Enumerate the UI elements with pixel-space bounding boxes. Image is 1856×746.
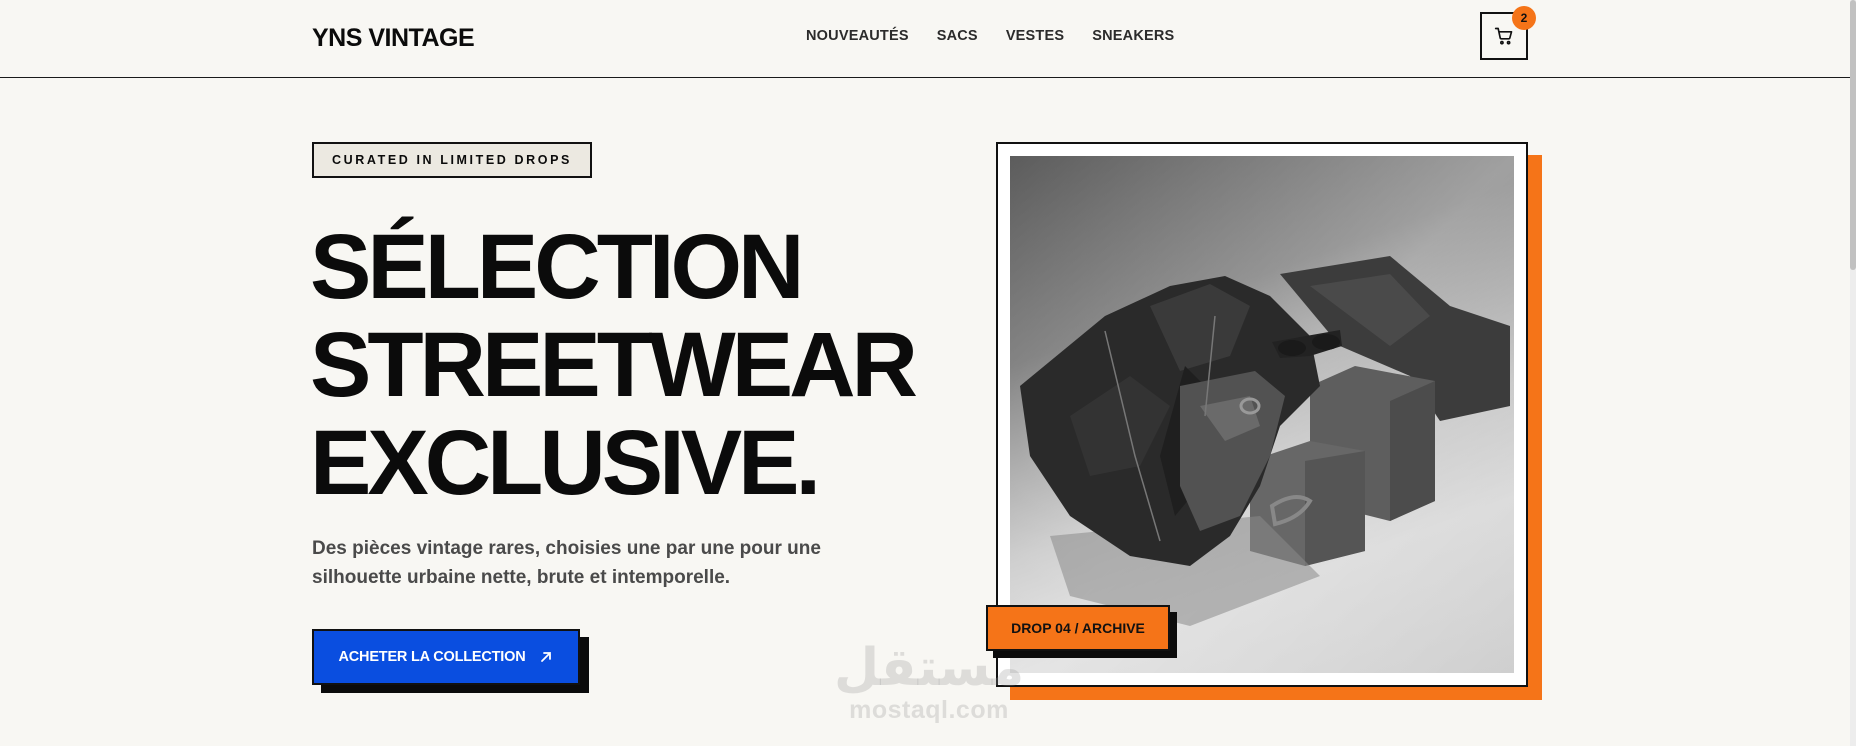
page-scrollbar[interactable]	[1850, 0, 1856, 746]
mostaql-watermark: مستقل mostaql.com	[834, 640, 1024, 724]
cart-icon	[1494, 27, 1513, 45]
hero-headline: SÉLECTION STREETWEAR EXCLUSIVE.	[310, 216, 918, 514]
hero-subtitle: Des pièces vintage rares, choisies une p…	[312, 538, 821, 588]
site-header: YNS VINTAGE NOUVEAUTÉS SACS VESTES SNEAK…	[0, 0, 1850, 78]
page: YNS VINTAGE NOUVEAUTÉS SACS VESTES SNEAK…	[0, 0, 1856, 746]
cart-count-badge: 2	[1512, 6, 1536, 30]
hero-product-photo	[1010, 156, 1514, 673]
headline-line-3: EXCLUSIVE.	[310, 412, 821, 514]
headline-line-1: SÉLECTION	[310, 216, 804, 318]
shop-collection-label: ACHETER LA COLLECTION	[338, 649, 526, 665]
arrow-up-right-icon	[541, 652, 552, 662]
site-logo[interactable]: YNS VINTAGE	[312, 24, 475, 53]
watermark-latin: mostaql.com	[849, 696, 1009, 724]
scrollbar-thumb[interactable]	[1850, 0, 1856, 270]
nav-item-vestes[interactable]: VESTES	[1006, 28, 1064, 44]
product-photo-illustration	[1010, 156, 1514, 673]
main-nav: NOUVEAUTÉS SACS VESTES SNEAKERS	[806, 28, 1174, 44]
nav-item-nouveautes[interactable]: NOUVEAUTÉS	[806, 28, 909, 44]
watermark-arabic: مستقل	[834, 638, 1025, 698]
hero-tag: CURATED IN LIMITED DROPS	[312, 142, 592, 178]
nav-item-sacs[interactable]: SACS	[937, 28, 978, 44]
nav-item-sneakers[interactable]: SNEAKERS	[1092, 28, 1174, 44]
cart-button[interactable]: 2	[1480, 6, 1536, 60]
shop-collection-button[interactable]: ACHETER LA COLLECTION	[312, 629, 580, 685]
headline-line-2: STREETWEAR	[310, 314, 918, 416]
